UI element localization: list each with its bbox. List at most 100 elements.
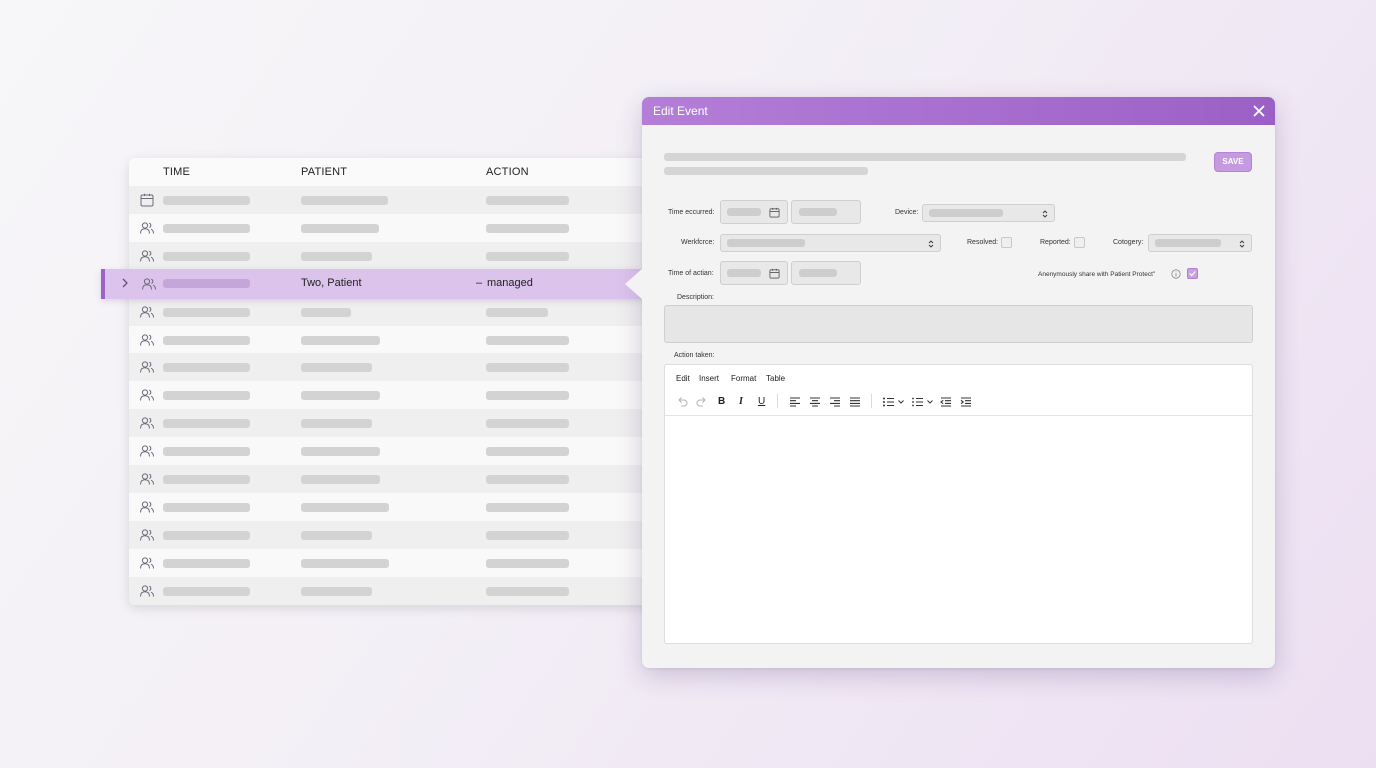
category-select[interactable] [1148, 234, 1252, 252]
workforce-placeholder [727, 239, 805, 247]
share-checkbox[interactable] [1187, 268, 1198, 279]
align-justify-icon[interactable] [848, 395, 862, 409]
time-occurred-date-field[interactable] [720, 200, 788, 224]
underline-icon[interactable]: U [758, 396, 765, 407]
save-button[interactable]: SAVE [1214, 152, 1252, 172]
table-row[interactable] [129, 297, 649, 326]
table-row[interactable] [129, 576, 649, 605]
table-row[interactable] [129, 409, 649, 438]
action-placeholder [486, 251, 569, 261]
table-row[interactable] [129, 325, 649, 354]
time-placeholder [163, 447, 250, 457]
numbered-list-icon[interactable] [910, 395, 924, 409]
people-icon [140, 584, 154, 597]
time-occurred-label: Time eccurred: [668, 209, 715, 216]
time-placeholder [163, 502, 250, 512]
chevron-right-icon[interactable] [118, 276, 132, 290]
time-placeholder [163, 363, 250, 373]
table-row[interactable] [129, 353, 649, 382]
bold-icon[interactable]: B [718, 396, 725, 407]
editor-divider [665, 415, 1252, 416]
time-placeholder [163, 307, 250, 317]
action-placeholder [486, 363, 569, 373]
calendar-icon[interactable] [769, 268, 780, 279]
col-header-patient[interactable]: PATIENT [301, 166, 347, 178]
table-row[interactable] [129, 186, 649, 214]
action-placeholder [486, 307, 548, 317]
align-left-icon[interactable] [788, 395, 802, 409]
menu-edit[interactable]: Edit [676, 374, 690, 383]
menu-format[interactable]: Format [731, 374, 756, 383]
action-placeholder [486, 475, 569, 484]
time-placeholder [163, 419, 250, 429]
people-icon [140, 389, 154, 401]
people-icon [140, 501, 154, 513]
undo-icon[interactable] [675, 395, 689, 409]
time-placeholder [799, 208, 837, 216]
chevron-down-icon[interactable] [897, 395, 905, 409]
table-row[interactable] [129, 241, 649, 270]
outdent-icon[interactable] [939, 395, 953, 409]
patient-placeholder [301, 196, 388, 205]
col-header-time[interactable]: TIME [163, 166, 190, 178]
dialog-header: Edit Event [642, 97, 1275, 125]
device-select[interactable] [922, 204, 1055, 222]
action-placeholder [486, 558, 569, 568]
people-icon [140, 557, 154, 569]
select-arrows-icon [1239, 240, 1245, 248]
align-right-icon[interactable] [828, 395, 842, 409]
people-icon [140, 361, 154, 373]
people-icon [140, 222, 154, 234]
action-placeholder [486, 391, 569, 401]
time-of-action-date-field[interactable] [720, 261, 788, 285]
time-of-action-time-field[interactable] [791, 261, 861, 285]
table-row[interactable] [129, 548, 649, 577]
time-occurred-time-field[interactable] [791, 200, 861, 224]
table-row[interactable] [129, 213, 649, 242]
reported-checkbox[interactable] [1074, 237, 1085, 248]
table-row[interactable] [129, 381, 649, 410]
action-taken-label: Action taken: [674, 352, 715, 359]
menu-insert[interactable]: Insert [699, 374, 719, 383]
select-arrows-icon [1042, 210, 1048, 218]
action-dash: – [476, 277, 483, 289]
people-icon [140, 305, 154, 318]
table-row[interactable] [129, 437, 649, 466]
table-row-selected[interactable]: Two, Patient – managed [101, 269, 643, 299]
patient-placeholder [301, 530, 372, 540]
date-placeholder [727, 269, 761, 277]
action-taken-editor[interactable]: Edit Insert Format Table B I U [664, 364, 1253, 644]
close-icon[interactable] [1251, 103, 1267, 119]
info-icon[interactable] [1171, 269, 1181, 279]
table-row[interactable] [129, 492, 649, 521]
col-header-action[interactable]: ACTION [486, 166, 529, 178]
resolved-checkbox[interactable] [1001, 237, 1012, 248]
time-placeholder [163, 586, 250, 596]
indent-icon[interactable] [959, 395, 973, 409]
people-icon [140, 417, 154, 429]
edit-event-dialog: Edit Event SAVE Time eccurred: Device: W… [642, 97, 1275, 668]
people-icon [140, 445, 154, 457]
time-of-action-label: Time of actian: [668, 270, 714, 277]
italic-icon[interactable]: I [739, 396, 743, 407]
description-textarea[interactable] [664, 305, 1253, 343]
description-label: Description: [677, 294, 714, 301]
events-table: TIME PATIENT ACTION [129, 158, 649, 605]
bullet-list-icon[interactable] [881, 395, 895, 409]
table-row[interactable] [129, 465, 649, 493]
calendar-icon[interactable] [769, 207, 780, 218]
time-placeholder [163, 475, 250, 484]
workforce-select[interactable] [720, 234, 941, 252]
table-row[interactable] [129, 520, 649, 549]
menu-table[interactable]: Table [766, 374, 785, 383]
patient-placeholder [301, 363, 372, 373]
time-placeholder [163, 335, 250, 345]
action-placeholder [486, 530, 569, 540]
patient-placeholder [301, 558, 389, 568]
dialog-title: Edit Event [653, 104, 708, 118]
time-placeholder [163, 223, 250, 233]
people-icon [142, 278, 156, 290]
align-center-icon[interactable] [808, 395, 822, 409]
redo-icon[interactable] [695, 395, 709, 409]
chevron-down-icon[interactable] [926, 395, 934, 409]
